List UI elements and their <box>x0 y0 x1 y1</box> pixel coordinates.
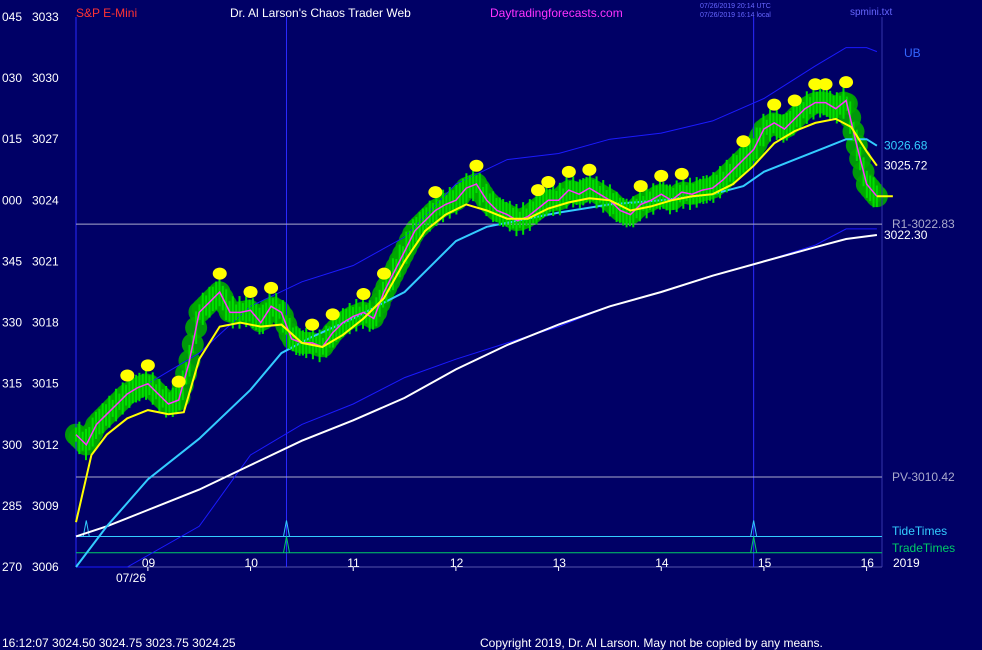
y-tick-label-3015: 3015 <box>32 377 59 391</box>
y-tick-alt-000: 000 <box>2 193 22 207</box>
site-title: Dr. Al Larson's Chaos Trader Web <box>230 6 411 20</box>
highlight-dot-68 <box>767 98 782 111</box>
x-tick-label-12: 12 <box>450 556 464 570</box>
x-tick-label-16: 16 <box>861 556 875 570</box>
y-tick-label-3009: 3009 <box>32 499 59 513</box>
highlight-dot-23 <box>305 318 320 331</box>
highlight-dot-48 <box>561 165 576 178</box>
y-tick-alt-270: 270 <box>2 560 22 574</box>
tide-times-label: TideTimes <box>892 524 947 538</box>
x-tick-label-13: 13 <box>553 556 567 570</box>
year-label: 2019 <box>893 556 920 570</box>
highlight-dot-75 <box>839 76 854 89</box>
y-tick-label-3021: 3021 <box>32 254 59 268</box>
price-glow-layer <box>65 91 888 456</box>
highlight-dot-30 <box>377 267 392 280</box>
y-tick-alt-045: 045 <box>2 10 22 24</box>
file-label: spmini.txt <box>850 7 892 18</box>
trade-times-label: TradeTimes <box>892 541 955 555</box>
copyright: Copyright 2019, Dr. Al Larson. May not b… <box>480 636 823 650</box>
highlight-dot-19 <box>264 281 279 294</box>
y-tick-alt-345: 345 <box>2 254 22 268</box>
symbol-label: S&P E-Mini <box>76 6 137 20</box>
y-tick-label-3033: 3033 <box>32 10 59 24</box>
end-label-0: 3026.68 <box>884 139 928 153</box>
end-label-1: 3025.72 <box>884 158 928 172</box>
highlight-dot-73 <box>818 78 833 91</box>
highlight-dot-70 <box>787 94 802 107</box>
y-tick-label-3006: 3006 <box>32 560 59 574</box>
y-tick-alt-300: 300 <box>2 438 22 452</box>
highlight-dot-59 <box>674 167 689 180</box>
chart-canvas: R1-3022.83PV-3010.42270 3006285 3009300 301… <box>2 3 955 650</box>
site-url[interactable]: Daytradingforecasts.com <box>490 6 623 20</box>
date-label: 07/26 <box>116 571 146 585</box>
highlight-dot-17 <box>243 286 258 298</box>
highlight-dot-45 <box>531 184 546 197</box>
y-tick-alt-285: 285 <box>2 499 22 513</box>
highlight-dot-28 <box>356 288 371 301</box>
y-tick-label-3030: 3030 <box>32 71 59 85</box>
end-label-2: 3022.30 <box>884 228 928 242</box>
highlight-dot-46 <box>541 176 556 188</box>
highlight-dot-5 <box>120 369 135 382</box>
y-tick-label-3024: 3024 <box>32 193 59 207</box>
y-tick-label-3012: 3012 <box>32 438 59 452</box>
x-tick-label-14: 14 <box>655 556 669 570</box>
lower-band-line <box>76 228 877 568</box>
highlight-dot-39 <box>469 159 484 172</box>
highlight-dot-65 <box>736 135 751 148</box>
y-tick-label-3018: 3018 <box>32 316 59 330</box>
highlight-dot-57 <box>654 169 669 182</box>
x-tick-label-09: 09 <box>142 556 156 570</box>
highlight-dots-layer <box>120 76 854 388</box>
upper-band-label: UB <box>904 46 921 60</box>
highlight-dot-25 <box>325 308 340 321</box>
highlight-dot-10 <box>171 375 186 388</box>
timestamp-utc: 07/26/2019 20:14 UTC <box>700 3 771 10</box>
timestamp-local: 07/26/2019 16:14 local <box>700 12 771 19</box>
highlight-dot-14 <box>212 267 227 280</box>
y-tick-label-3027: 3027 <box>32 132 59 146</box>
quote-line: 16:12:07 3024.50 3024.75 3023.75 3024.25 <box>2 636 236 650</box>
y-tick-alt-315: 315 <box>2 377 22 391</box>
highlight-dot-35 <box>428 186 443 199</box>
y-tick-alt-030: 030 <box>2 71 22 85</box>
daily-avg-line <box>75 234 878 538</box>
level-label-pv: PV-3010.42 <box>892 470 955 484</box>
highlight-dot-7 <box>140 359 155 372</box>
x-tick-label-10: 10 <box>245 556 259 570</box>
x-tick-label-15: 15 <box>758 556 772 570</box>
x-tick-label-11: 11 <box>347 556 360 570</box>
highlight-dot-50 <box>582 163 597 176</box>
y-tick-alt-015: 015 <box>2 132 22 146</box>
highlight-dot-55 <box>633 180 648 193</box>
y-tick-alt-330: 330 <box>2 316 22 330</box>
